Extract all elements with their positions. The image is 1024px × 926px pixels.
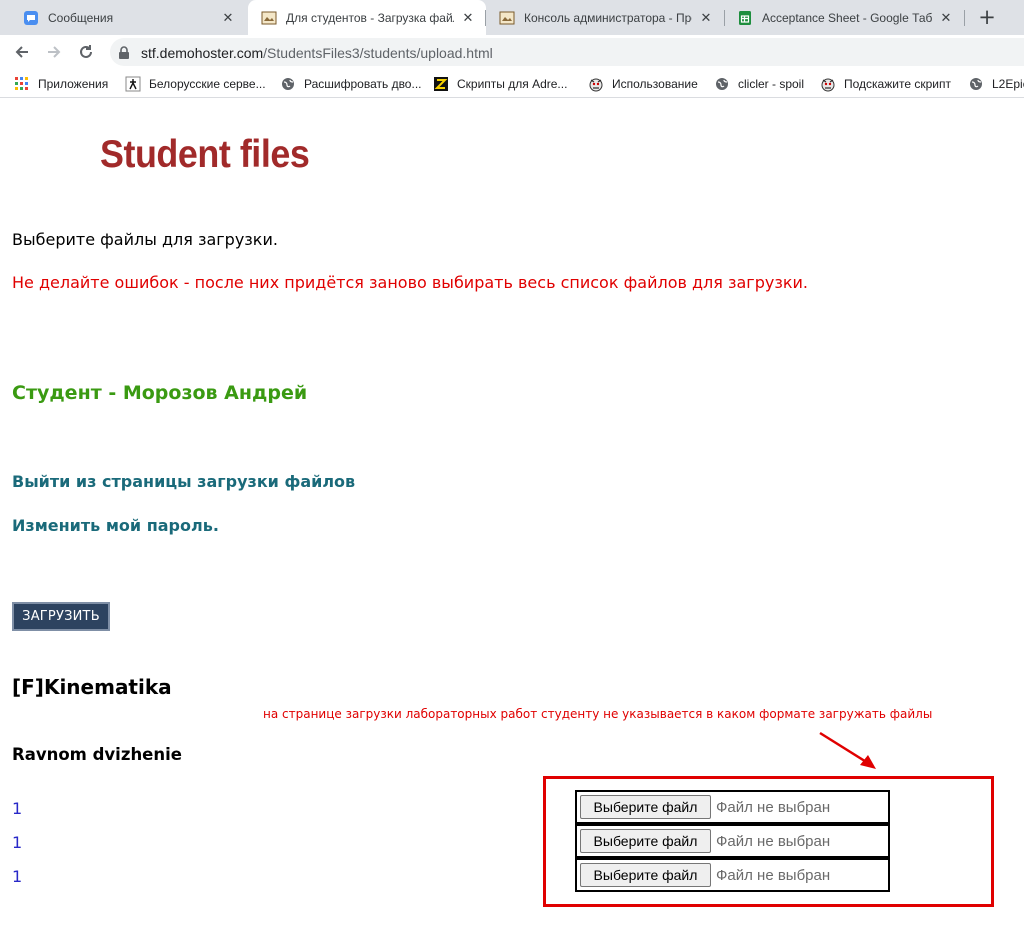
tab-students-upload[interactable]: Для студентов - Загрузка файло ✕ <box>248 0 486 35</box>
tab-admin-console[interactable]: Консоль администратора - Про ✕ <box>486 0 724 35</box>
page-icon <box>499 10 515 26</box>
bookmark-clicler[interactable]: clicler - spoil <box>714 75 804 93</box>
bookmark-figure-icon <box>125 76 141 92</box>
tab-acceptance-sheet[interactable]: Acceptance Sheet - Google Табл ✕ <box>724 0 964 35</box>
bookmark-scripts[interactable]: Скрипты для Adre... <box>433 75 567 93</box>
bookmark-apps[interactable]: Приложения <box>14 75 108 93</box>
bookmark-l2epic[interactable]: L2Epic <box>968 75 1024 93</box>
bookmark-label: clicler - spoil <box>738 77 805 91</box>
warning-text: Не делайте ошибок - после них придётся з… <box>12 273 808 292</box>
messages-icon <box>23 10 39 26</box>
bookmark-label: Скрипты для Adre... <box>457 77 568 91</box>
bookmark-label: L2Epic <box>992 77 1024 91</box>
file-status: Файл не выбран <box>716 866 831 884</box>
close-icon[interactable]: ✕ <box>938 10 954 26</box>
globe-icon <box>280 76 296 92</box>
bookmark-label: Использование <box>612 77 698 91</box>
bookmark-script-hint[interactable]: Подскажите скрипт <box>820 75 951 93</box>
back-icon[interactable] <box>10 40 34 64</box>
close-icon[interactable]: ✕ <box>698 10 714 26</box>
bookmark-label: Приложения <box>38 77 109 91</box>
url-host: stf.demohoster.com <box>141 45 264 61</box>
bookmark-label: Белорусские серве... <box>149 77 266 91</box>
page-icon <box>261 10 277 26</box>
file-status: Файл не выбран <box>716 798 831 816</box>
tab-divider <box>964 10 965 26</box>
annotation-note: на странице загрузки лабораторных работ … <box>263 707 933 721</box>
bookmark-label: Подскажите скрипт <box>844 77 951 91</box>
mascot-icon <box>588 76 604 92</box>
file-input[interactable]: Выберите файл Файл не выбран <box>575 824 890 858</box>
upload-button[interactable]: ЗАГРУЗИТЬ <box>12 602 110 631</box>
forward-icon[interactable] <box>42 40 66 64</box>
row-number: 1 <box>12 867 23 886</box>
new-tab-button[interactable]: + <box>975 5 999 29</box>
bookmark-belarus-servers[interactable]: Белорусские серве... <box>125 75 266 93</box>
tab-divider <box>724 10 725 26</box>
apps-grid-icon <box>14 76 30 92</box>
lock-icon[interactable] <box>118 45 130 59</box>
close-icon[interactable]: ✕ <box>460 10 476 26</box>
close-icon[interactable]: ✕ <box>220 10 236 26</box>
choose-file-button[interactable]: Выберите файл <box>580 829 711 853</box>
row-number: 1 <box>12 799 23 818</box>
file-input[interactable]: Выберите файл Файл не выбран <box>575 790 890 824</box>
globe-icon <box>968 76 984 92</box>
reload-icon[interactable] <box>74 40 98 64</box>
bookmark-usage[interactable]: Использование <box>588 75 698 93</box>
site-logo: Student files <box>100 133 310 176</box>
bookmark-decrypt[interactable]: Расшифровать дво... <box>280 75 421 93</box>
file-input[interactable]: Выберите файл Файл не выбран <box>575 858 890 892</box>
globe-icon <box>714 76 730 92</box>
tab-divider <box>485 10 486 26</box>
logout-link[interactable]: Выйти из страницы загрузки файлов <box>12 472 355 491</box>
row-number: 1 <box>12 833 23 852</box>
choose-file-button[interactable]: Выберите файл <box>580 795 711 819</box>
tab-title: Консоль администратора - Про <box>524 10 692 25</box>
url-path: /StudentsFiles3/students/upload.html <box>263 45 493 61</box>
tab-title: Acceptance Sheet - Google Табл <box>762 10 932 25</box>
mascot-icon <box>820 76 836 92</box>
url-text[interactable]: stf.demohoster.com/StudentsFiles3/studen… <box>141 45 493 61</box>
file-status: Файл не выбран <box>716 832 831 850</box>
tab-messages[interactable]: Сообщения ✕ <box>10 0 246 35</box>
choose-file-button[interactable]: Выберите файл <box>580 863 711 887</box>
sheets-icon <box>737 10 753 26</box>
annotation-arrow <box>819 731 876 769</box>
z-logo-icon <box>433 76 449 92</box>
bookmark-label: Расшифровать дво... <box>304 77 422 91</box>
student-name: Студент - Морозов Андрей <box>12 382 308 404</box>
choose-files-text: Выберите файлы для загрузки. <box>12 230 278 249</box>
tab-title: Для студентов - Загрузка файло <box>286 10 454 25</box>
tab-title: Сообщения <box>48 10 114 25</box>
section-title: [F]Kinematika <box>12 675 172 699</box>
tab-strip: Сообщения ✕ Для студентов - Загрузка фай… <box>0 0 1024 35</box>
change-password-link[interactable]: Изменить мой пароль. <box>12 516 219 535</box>
subsection-title: Ravnom dvizhenie <box>12 745 182 764</box>
